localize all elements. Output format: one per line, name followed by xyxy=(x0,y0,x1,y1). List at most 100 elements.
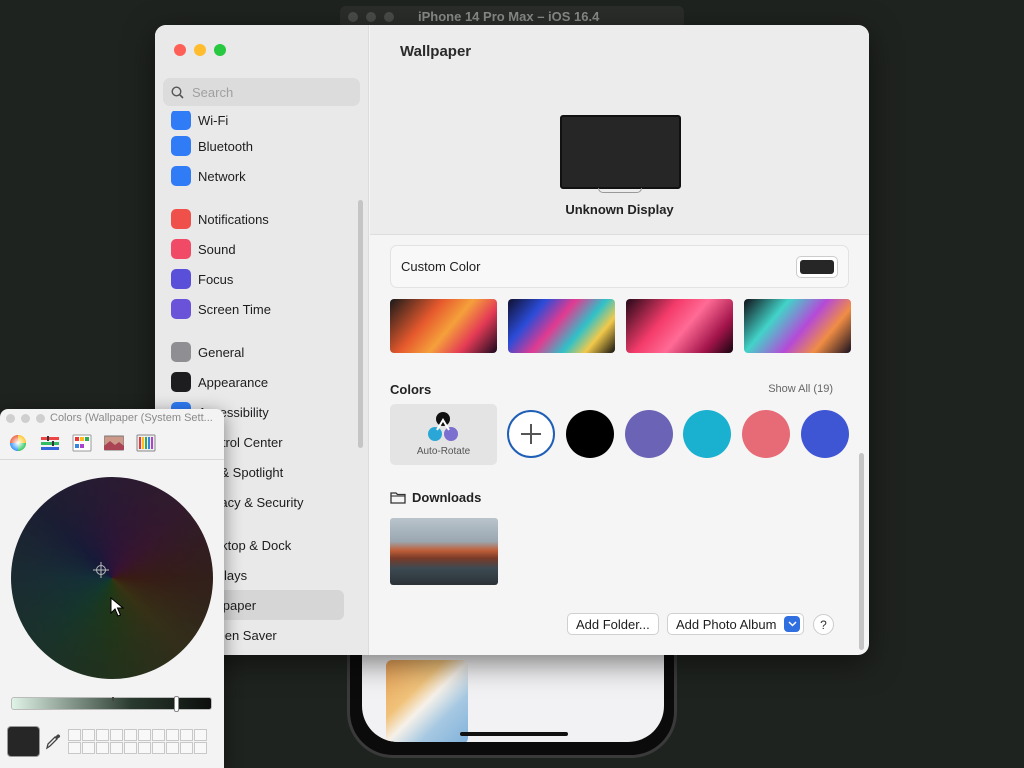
display-preview-area: Wallpaper Unknown Display xyxy=(370,25,869,235)
sidebar-item-label: General xyxy=(198,344,245,360)
add-folder-button[interactable]: Add Folder... xyxy=(567,613,659,635)
home-indicator[interactable] xyxy=(460,732,568,736)
colors-panel-title: Colors (Wallpaper (System Sett... xyxy=(50,412,213,424)
sidebar-item-label: Bluetooth xyxy=(198,138,253,154)
sidebar-item-network[interactable]: Network xyxy=(164,161,344,191)
custom-color-row[interactable]: Custom Color xyxy=(390,245,849,288)
bell-icon xyxy=(171,209,191,229)
sidebar-scrollbar[interactable] xyxy=(358,200,363,448)
display-name: Unknown Display xyxy=(565,202,674,217)
add-color-button[interactable] xyxy=(507,410,555,458)
sidebar-item-label: Network xyxy=(198,168,246,184)
sliders-icon[interactable] xyxy=(40,434,60,452)
eyedropper-icon[interactable] xyxy=(45,732,61,750)
empty-swatch-slot[interactable] xyxy=(82,729,95,741)
empty-swatch-slot[interactable] xyxy=(166,729,179,741)
empty-swatch-slot[interactable] xyxy=(124,742,137,754)
wallpaper-thumbnail[interactable] xyxy=(744,299,851,353)
sidebar-item-label: Wi-Fi xyxy=(198,112,229,128)
auto-rotate-tile[interactable]: Auto-Rotate xyxy=(390,404,497,465)
color-wheel[interactable] xyxy=(11,477,213,679)
simulator-window-controls[interactable] xyxy=(348,12,394,22)
empty-swatch-slot[interactable] xyxy=(68,742,81,754)
wallpaper-thumbnail[interactable] xyxy=(390,299,497,353)
simulator-title: iPhone 14 Pro Max – iOS 16.4 xyxy=(418,9,600,24)
empty-swatch-slot[interactable] xyxy=(194,729,207,741)
color-swatch[interactable] xyxy=(742,410,790,458)
color-swatch[interactable] xyxy=(566,410,614,458)
empty-swatch-slot[interactable] xyxy=(194,742,207,754)
dynamic-wallpaper-thumbnails xyxy=(390,299,851,353)
empty-swatch-slot[interactable] xyxy=(180,729,193,741)
phone-wallpaper-preview xyxy=(386,660,468,742)
color-swatch[interactable] xyxy=(801,410,849,458)
zoom-button[interactable] xyxy=(214,44,226,56)
color-wheel-icon[interactable] xyxy=(8,434,28,452)
downloads-wallpaper-thumbnail[interactable] xyxy=(390,518,498,585)
custom-color-well[interactable] xyxy=(796,256,838,278)
custom-color-label: Custom Color xyxy=(401,259,481,274)
empty-swatch-slot[interactable] xyxy=(82,742,95,754)
search-input[interactable] xyxy=(192,84,352,100)
empty-swatch-slot[interactable] xyxy=(166,742,179,754)
zoom-button[interactable] xyxy=(36,414,45,423)
empty-swatch-slot[interactable] xyxy=(96,729,109,741)
help-button[interactable]: ? xyxy=(813,614,834,635)
auto-rotate-label: Auto-Rotate xyxy=(416,446,471,457)
empty-swatch-slot[interactable] xyxy=(138,742,151,754)
speaker-icon xyxy=(171,239,191,259)
colors-panel-window-controls[interactable] xyxy=(6,414,45,423)
sidebar-item-screen-time[interactable]: Screen Time xyxy=(164,294,344,324)
empty-swatch-slot[interactable] xyxy=(96,742,109,754)
empty-swatch-slot[interactable] xyxy=(110,742,123,754)
close-button[interactable] xyxy=(6,414,15,423)
appearance-icon xyxy=(171,372,191,392)
add-photo-album-button[interactable]: Add Photo Album xyxy=(667,613,805,635)
wallpaper-thumbnail[interactable] xyxy=(508,299,615,353)
sidebar-item-appearance[interactable]: Appearance xyxy=(164,367,344,397)
search-icon xyxy=(171,85,184,99)
main-scrollbar[interactable] xyxy=(859,453,864,650)
pencils-icon[interactable] xyxy=(136,434,156,452)
empty-swatch-slot[interactable] xyxy=(180,742,193,754)
color-swatch[interactable] xyxy=(625,410,673,458)
system-settings-window: Wi-Fi Bluetooth Network Notifications Sound F… xyxy=(155,25,869,655)
chevron-down-icon xyxy=(784,616,801,632)
palettes-icon[interactable] xyxy=(72,434,92,452)
iphone-screen[interactable] xyxy=(362,640,664,742)
close-button[interactable] xyxy=(174,44,186,56)
current-color-well[interactable] xyxy=(7,726,40,757)
sidebar-item-label: Appearance xyxy=(198,374,269,390)
sidebar-item-notifications[interactable]: Notifications xyxy=(164,204,344,234)
display-icon xyxy=(560,115,681,189)
sidebar-item-sound[interactable]: Sound xyxy=(164,234,344,264)
empty-swatch-slot[interactable] xyxy=(152,729,165,741)
empty-swatch-slot[interactable] xyxy=(110,729,123,741)
display-stand xyxy=(598,188,642,193)
sidebar-item-label: Notifications xyxy=(198,211,269,227)
sidebar-item-general[interactable]: General xyxy=(164,337,344,367)
downloads-heading: Downloads xyxy=(390,490,481,505)
brightness-slider[interactable] xyxy=(11,696,212,712)
iphone-simulator[interactable] xyxy=(347,640,677,758)
colors-panel-toolbar xyxy=(0,427,224,460)
minimize-button[interactable] xyxy=(194,44,206,56)
empty-swatch-slot[interactable] xyxy=(152,742,165,754)
wallpaper-thumbnail[interactable] xyxy=(626,299,733,353)
search-field[interactable] xyxy=(163,78,360,106)
show-all-button[interactable]: Show All (19) xyxy=(768,383,833,395)
color-swatch[interactable] xyxy=(683,410,731,458)
minimize-button[interactable] xyxy=(21,414,30,423)
hourglass-icon xyxy=(171,299,191,319)
sidebar-item-bluetooth[interactable]: Bluetooth xyxy=(164,131,344,161)
empty-swatch-slot[interactable] xyxy=(124,729,137,741)
sidebar-item-focus[interactable]: Focus xyxy=(164,264,344,294)
custom-color-swatch xyxy=(800,260,834,274)
empty-swatch-slot[interactable] xyxy=(138,729,151,741)
brightness-slider-knob[interactable] xyxy=(174,696,179,712)
color-picker-crosshair xyxy=(93,562,109,578)
empty-swatch-slot[interactable] xyxy=(68,729,81,741)
folder-icon xyxy=(390,492,406,504)
plus-icon xyxy=(521,424,541,444)
image-palette-icon[interactable] xyxy=(104,434,124,452)
